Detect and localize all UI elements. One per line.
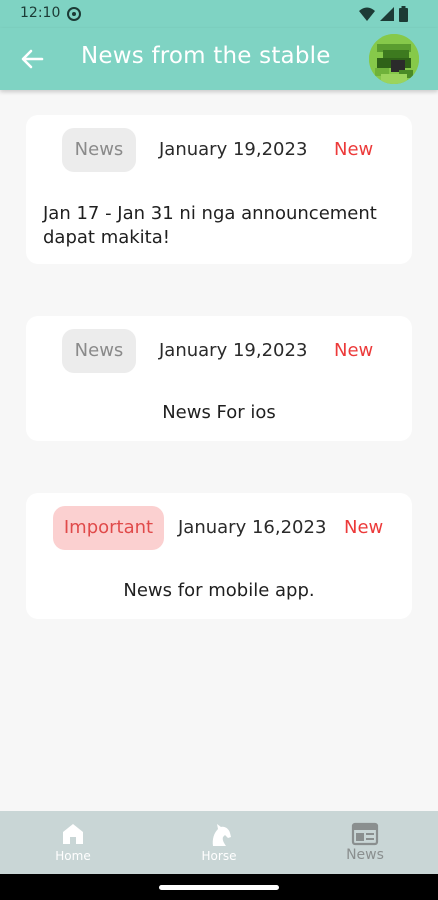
news-date: January 19,2023: [159, 340, 308, 361]
new-badge: New: [334, 139, 374, 160]
signal-icon: [380, 7, 394, 21]
nav-item-horse[interactable]: Horse: [146, 811, 292, 874]
home-icon: [63, 824, 83, 844]
news-body: News for mobile app.: [123, 580, 315, 601]
nav-label-news: News: [346, 847, 384, 863]
avatar[interactable]: [369, 34, 419, 84]
battery-icon: [399, 6, 408, 22]
news-card[interactable]: News January 19,2023 New Jan 17 - Jan 31…: [26, 115, 412, 264]
nav-item-home[interactable]: Home: [0, 811, 146, 874]
system-navigation-bar: [0, 874, 438, 900]
wifi-icon: [359, 7, 375, 21]
status-bar: 12:10: [0, 0, 438, 28]
app-bar: News from the stable: [0, 28, 438, 90]
news-tag-chip: News: [62, 128, 136, 172]
pixel-horse-avatar-icon: [369, 34, 419, 84]
news-date: January 19,2023: [159, 139, 308, 160]
nav-label-home: Home: [55, 849, 91, 863]
bottom-navigation: Home Horse News: [0, 811, 438, 874]
page-title: News from the stable: [81, 43, 331, 69]
news-card[interactable]: News January 19,2023 New News For ios: [26, 316, 412, 441]
new-badge: New: [344, 517, 384, 538]
news-body: News For ios: [162, 402, 276, 423]
newspaper-icon: [351, 822, 379, 846]
horse-icon: [212, 824, 231, 846]
important-tag-chip: Important: [53, 506, 164, 550]
status-time: 12:10: [20, 5, 61, 21]
news-card[interactable]: Important January 16,2023 New News for m…: [26, 493, 412, 619]
back-arrow-icon[interactable]: [16, 43, 48, 75]
new-badge: New: [334, 340, 374, 361]
nav-item-news[interactable]: News: [292, 811, 438, 874]
nav-label-horse: Horse: [201, 849, 237, 863]
home-gesture-handle[interactable]: [159, 885, 279, 890]
settings-status-icon: [67, 7, 81, 21]
news-date: January 16,2023: [178, 517, 327, 538]
news-tag-chip: News: [62, 329, 136, 373]
news-body: Jan 17 - Jan 31 ni nga announcement dapa…: [43, 203, 377, 248]
